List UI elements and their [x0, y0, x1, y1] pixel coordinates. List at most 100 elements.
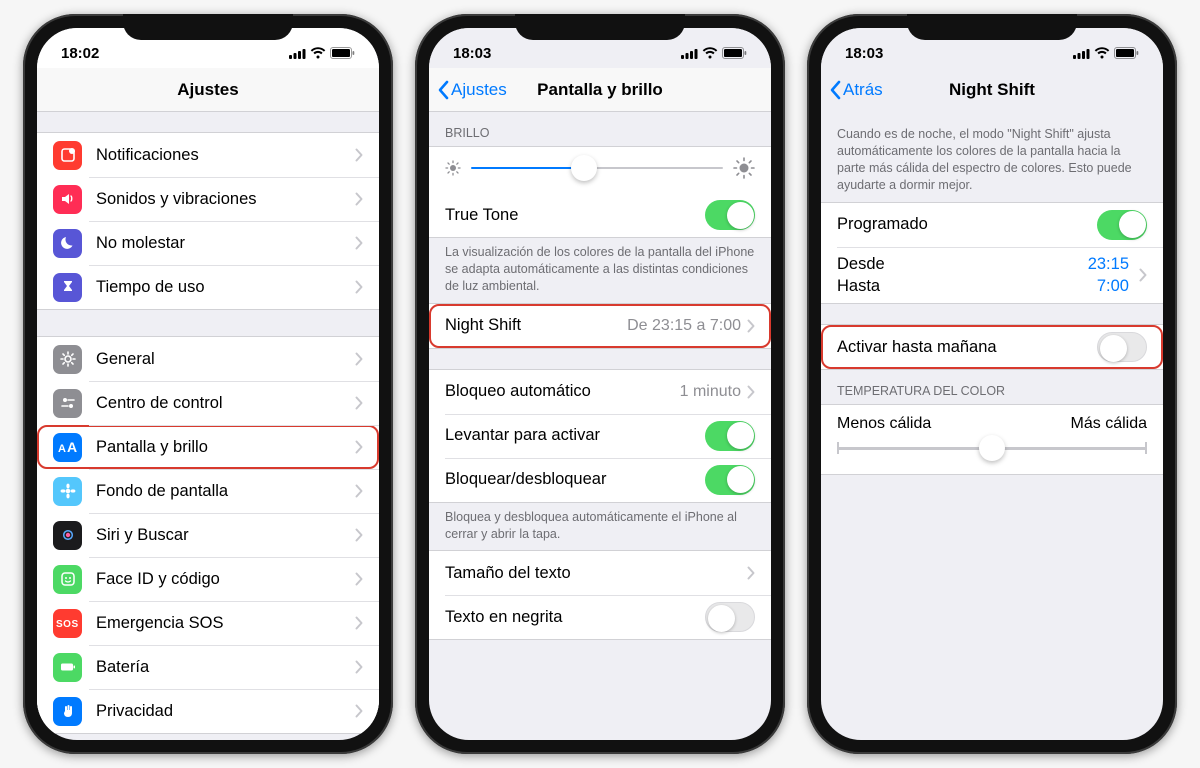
notch — [123, 14, 293, 40]
raise-to-wake-toggle[interactable] — [705, 421, 755, 451]
lock-unlock-footer: Bloquea y desbloquea automáticamente el … — [429, 503, 771, 551]
chevron-left-icon — [829, 80, 841, 100]
nav-bar: Ajustes Pantalla y brillo — [429, 68, 771, 112]
true-tone-toggle[interactable] — [705, 200, 755, 230]
row-label: General — [96, 350, 355, 369]
back-button[interactable]: Atrás — [829, 68, 883, 111]
settings-row-privacidad[interactable]: Privacidad — [37, 689, 379, 733]
lock-unlock-toggle[interactable] — [705, 465, 755, 495]
battery-icon — [1114, 47, 1139, 59]
settings-row-sonidos-y-vibraciones[interactable]: Sonidos y vibraciones — [37, 177, 379, 221]
chevron-left-icon — [437, 80, 449, 100]
row-label: Centro de control — [96, 394, 355, 413]
sun-large-icon — [733, 157, 755, 179]
true-tone-row[interactable]: True Tone — [429, 193, 771, 237]
night-shift-row[interactable]: Night Shift De 23:15 a 7:00 — [429, 304, 771, 348]
phone-display-brightness: 18:03 Ajustes Pantalla y brillo BRILLO — [415, 14, 785, 754]
text-size-label: Tamaño del texto — [445, 564, 747, 583]
auto-lock-row[interactable]: Bloqueo automático 1 minuto — [429, 370, 771, 414]
row-label: No molestar — [96, 234, 355, 253]
color-temp-slider-row: Menos cálida Más cálida — [821, 405, 1163, 474]
night-shift-intro: Cuando es de noche, el modo "Night Shift… — [821, 112, 1163, 202]
wifi-icon — [1094, 47, 1110, 59]
back-button[interactable]: Ajustes — [437, 68, 507, 111]
night-shift-label: Night Shift — [445, 316, 627, 335]
sun-small-icon — [445, 160, 461, 176]
chevron-right-icon — [355, 616, 363, 630]
settings-row-emergencia-sos[interactable]: SOS Emergencia SOS — [37, 601, 379, 645]
slider-thumb[interactable] — [979, 435, 1005, 461]
to-label: Hasta — [837, 275, 880, 297]
more-warm-label: Más cálida — [1071, 415, 1147, 433]
enable-until-tomorrow-toggle[interactable] — [1097, 332, 1147, 362]
row-label: Sonidos y vibraciones — [96, 190, 355, 209]
status-time: 18:03 — [845, 45, 883, 62]
raise-to-wake-label: Levantar para activar — [445, 426, 705, 445]
lock-unlock-row[interactable]: Bloquear/desbloquear — [429, 458, 771, 502]
row-label: Emergencia SOS — [96, 614, 355, 633]
row-label: Siri y Buscar — [96, 526, 355, 545]
auto-lock-label: Bloqueo automático — [445, 382, 680, 401]
settings-row-notificaciones[interactable]: Notificaciones — [37, 133, 379, 177]
settings-row-pantalla-y-brillo[interactable]: AAPantalla y brillo — [37, 425, 379, 469]
battery-icon — [722, 47, 747, 59]
color-temp-slider[interactable] — [837, 447, 1147, 450]
brightness-slider[interactable] — [471, 167, 723, 170]
status-time: 18:02 — [61, 45, 99, 62]
chevron-right-icon — [355, 280, 363, 294]
nav-bar: Atrás Night Shift — [821, 68, 1163, 112]
bold-text-toggle[interactable] — [705, 602, 755, 632]
display-content[interactable]: BRILLO True Tone La visualización de los… — [429, 112, 771, 740]
row-label: Batería — [96, 658, 355, 677]
text-size-row[interactable]: Tamaño del texto — [429, 551, 771, 595]
schedule-times-row[interactable]: Desde 23:15 Hasta 7:00 — [821, 247, 1163, 304]
row-label: Face ID y código — [96, 570, 355, 589]
slider-thumb[interactable] — [571, 155, 597, 181]
settings-row-face-id-y-c-digo[interactable]: Face ID y código — [37, 557, 379, 601]
settings-row-general[interactable]: General — [37, 337, 379, 381]
row-label: Notificaciones — [96, 146, 355, 165]
chevron-right-icon — [355, 528, 363, 542]
sos-icon: SOS — [53, 609, 82, 638]
brightness-header: BRILLO — [429, 112, 771, 146]
settings-row-fondo-de-pantalla[interactable]: Fondo de pantalla — [37, 469, 379, 513]
raise-to-wake-row[interactable]: Levantar para activar — [429, 414, 771, 458]
svg-text:SOS: SOS — [56, 619, 79, 629]
settings-row-siri-y-buscar[interactable]: Siri y Buscar — [37, 513, 379, 557]
auto-lock-detail: 1 minuto — [680, 383, 741, 401]
scheduled-label: Programado — [837, 215, 1097, 234]
flower-icon — [53, 477, 82, 506]
enable-until-tomorrow-row[interactable]: Activar hasta mañana — [821, 325, 1163, 369]
chevron-right-icon — [355, 660, 363, 674]
night-shift-content[interactable]: Cuando es de noche, el modo "Night Shift… — [821, 112, 1163, 740]
gear-icon — [53, 345, 82, 374]
chevron-right-icon — [355, 192, 363, 206]
bold-text-label: Texto en negrita — [445, 608, 705, 627]
siri-icon — [53, 521, 82, 550]
settings-row-no-molestar[interactable]: No molestar — [37, 221, 379, 265]
chevron-right-icon — [355, 484, 363, 498]
signal-icon — [289, 48, 306, 59]
nav-title: Ajustes — [177, 80, 238, 100]
row-label: Tiempo de uso — [96, 278, 355, 297]
settings-row-tiempo-de-uso[interactable]: Tiempo de uso — [37, 265, 379, 309]
row-label: Pantalla y brillo — [96, 438, 355, 457]
scheduled-toggle[interactable] — [1097, 210, 1147, 240]
status-indicators — [681, 47, 747, 59]
bold-text-row[interactable]: Texto en negrita — [429, 595, 771, 639]
status-indicators — [289, 47, 355, 59]
enable-until-tomorrow-label: Activar hasta mañana — [837, 338, 1097, 357]
night-shift-detail: De 23:15 a 7:00 — [627, 317, 741, 335]
signal-icon — [681, 48, 698, 59]
nav-title: Pantalla y brillo — [537, 80, 663, 100]
chevron-right-icon — [355, 572, 363, 586]
row-label: Privacidad — [96, 702, 355, 721]
scheduled-row[interactable]: Programado — [821, 203, 1163, 247]
settings-row-centro-de-control[interactable]: Centro de control — [37, 381, 379, 425]
notch — [907, 14, 1077, 40]
settings-row-bater-a[interactable]: Batería — [37, 645, 379, 689]
less-warm-label: Menos cálida — [837, 415, 931, 433]
color-temp-header: TEMPERATURA DEL COLOR — [821, 370, 1163, 404]
settings-content[interactable]: Notificaciones Sonidos y vibraciones No mo… — [37, 112, 379, 740]
row-label: Fondo de pantalla — [96, 482, 355, 501]
